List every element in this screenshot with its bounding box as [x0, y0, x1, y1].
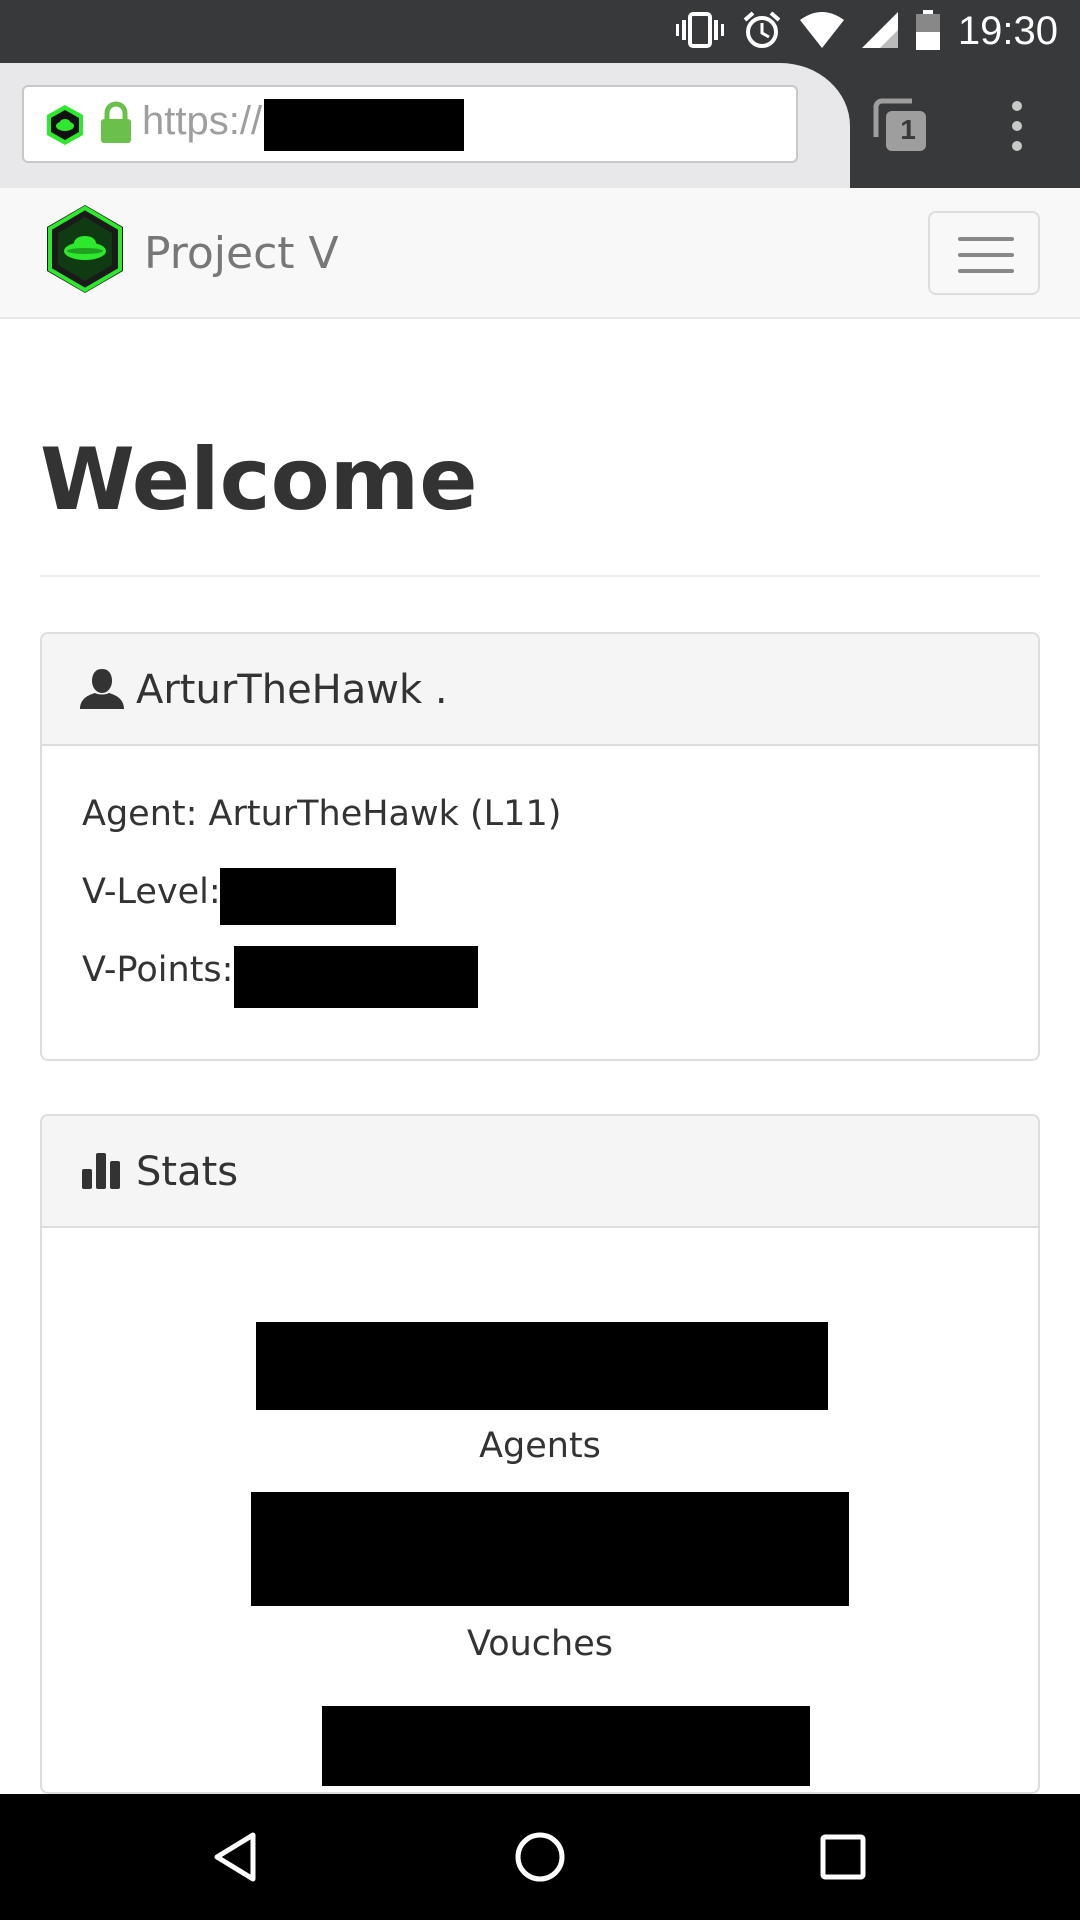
nav-toggle-button[interactable] [928, 211, 1040, 295]
status-icons: 19:30 [675, 0, 1058, 63]
url-bar[interactable]: https:// [22, 85, 798, 163]
home-icon [515, 1832, 565, 1882]
stat-third-value-redacted [322, 1706, 810, 1786]
lock-icon [99, 101, 133, 149]
battery-icon [915, 9, 940, 54]
brand-name[interactable]: Project V [144, 228, 339, 279]
user-icon [80, 667, 124, 715]
browser-toolbar: https:// 1 [0, 63, 1080, 188]
status-time: 19:30 [957, 9, 1058, 53]
tab-count: 1 [900, 114, 916, 145]
hamburger-icon-bar [958, 269, 1014, 273]
alarm-icon [742, 10, 782, 54]
site-navbar: Project V [0, 188, 1080, 319]
agent-line: Agent: ArturTheHawk (L11) [82, 794, 562, 834]
stat-vouches-label: Vouches [466, 1624, 613, 1664]
recents-icon [820, 1834, 866, 1880]
v-level-redacted [220, 868, 396, 925]
overflow-menu-button[interactable] [1003, 98, 1031, 154]
url-bar-container: https:// [0, 63, 850, 188]
overflow-menu-icon [1012, 101, 1022, 151]
stats-panel: Stats Agents Vouches [40, 1114, 1040, 1794]
wifi-icon [799, 11, 844, 52]
v-points-label: V-Points: [82, 950, 234, 990]
v-points-redacted [234, 946, 478, 1008]
bar-chart-icon [80, 1149, 122, 1195]
android-nav-bar [0, 1794, 1080, 1920]
profile-panel: ArturTheHawk . Agent: ArturTheHawk (L11)… [40, 632, 1040, 1061]
back-button[interactable] [207, 1827, 267, 1887]
stat-agents-value-redacted [256, 1322, 828, 1410]
back-icon [214, 1832, 256, 1882]
page-title: Welcome [40, 430, 478, 530]
hamburger-icon-bar [958, 253, 1014, 257]
title-divider [40, 575, 1040, 577]
stat-agents-label: Agents [479, 1426, 601, 1466]
profile-panel-heading: ArturTheHawk . [42, 634, 1038, 746]
url-text: https:// [142, 99, 263, 143]
signal-icon [861, 11, 898, 52]
recents-button[interactable] [813, 1827, 873, 1887]
stats-heading-text: Stats [136, 1149, 239, 1195]
tabs-button[interactable]: 1 [872, 97, 928, 153]
url-redacted-block [264, 99, 464, 151]
vibrate-icon [675, 10, 724, 54]
brand-logo[interactable] [44, 203, 126, 299]
profile-heading-text: ArturTheHawk . [136, 667, 448, 713]
hamburger-icon [958, 237, 1014, 241]
v-level-label: V-Level: [82, 872, 221, 912]
stats-panel-heading: Stats [42, 1116, 1038, 1228]
stat-vouches-value-redacted [251, 1492, 849, 1606]
home-button[interactable] [510, 1827, 570, 1887]
status-bar: 19:30 [0, 0, 1080, 63]
site-favicon [44, 104, 86, 150]
